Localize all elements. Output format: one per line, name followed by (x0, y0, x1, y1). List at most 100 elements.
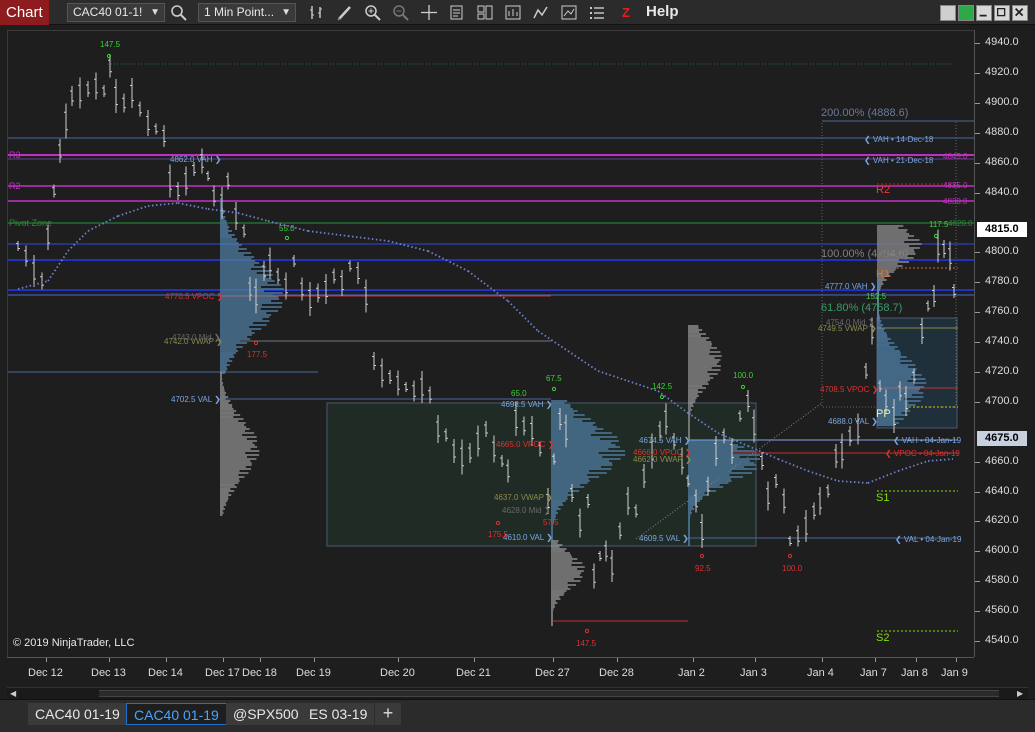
tab-es[interactable]: ES 03-19 (302, 703, 375, 725)
chevron-down-icon: ▼ (150, 7, 160, 18)
properties-icon[interactable] (476, 4, 494, 21)
crosshair-icon[interactable] (420, 4, 438, 21)
price-label: 4620.0 (985, 514, 1019, 527)
swing-label: 100.0 (733, 371, 754, 380)
chart-trader-icon[interactable] (560, 4, 578, 21)
swing-label: 152.5 (866, 292, 887, 301)
pencil-icon[interactable] (336, 4, 354, 21)
chart-title-tab[interactable]: Chart (0, 0, 49, 25)
r1-label: R1 (876, 268, 891, 280)
minimize-tile-icon[interactable] (940, 5, 956, 21)
vah-14dec-label: ❮ VAH • 14-Dec-18 (864, 135, 934, 144)
interval-selector[interactable]: 1 Min Point... ▼ (198, 3, 296, 22)
help-menu[interactable]: Help (646, 3, 679, 20)
swing-label: 67.5 (546, 374, 562, 383)
vah-21dec-label: ❮ VAH • 21-Dec-18 (864, 156, 934, 165)
val-4609-label: 4609.5 VAL ❯ (639, 534, 689, 543)
time-tick (822, 658, 823, 662)
swing-label: 55.0 (279, 224, 295, 233)
time-label: Dec 12 (28, 667, 63, 679)
tab-spx500[interactable]: @SPX500 (226, 703, 306, 725)
time-tick (617, 658, 618, 662)
time-tick (109, 658, 110, 662)
swing-marker (933, 233, 939, 239)
price-label: 4580.0 (985, 574, 1019, 587)
time-label: Dec 19 (296, 667, 331, 679)
time-tick (314, 658, 315, 662)
vwap-segment (507, 300, 539, 332)
horizontal-scrollbar[interactable]: ◀ ▶ (7, 687, 1028, 699)
swing-label: 177.5 (247, 350, 268, 359)
time-label: Dec 20 (380, 667, 415, 679)
scroll-right-icon[interactable]: ▶ (1017, 689, 1023, 698)
time-tick (260, 658, 261, 662)
price-axis[interactable]: 4940.0 4920.0 4900.0 4880.0 4860.0 4840.0 4815… (974, 30, 1029, 657)
price-label: 4700.0 (985, 394, 1019, 407)
search-icon[interactable] (170, 4, 188, 21)
indicators-icon[interactable] (532, 4, 550, 21)
price-chart-panel[interactable]: R3 R2 Pivot Zone R2 R1 PP S1 S2 200.00% … (7, 30, 974, 657)
swing-label: 147.5 (100, 40, 121, 49)
time-tick (693, 658, 694, 662)
strategies-icon[interactable] (504, 4, 522, 21)
vwap-segment (307, 230, 349, 237)
vwap-segment (867, 470, 899, 484)
maximize-icon[interactable] (994, 5, 1010, 21)
fib-200-label: 200.00% (4888.6) (821, 107, 909, 119)
price-label: 4860.0 (985, 155, 1019, 168)
bars-icon[interactable] (308, 4, 326, 21)
tab-cac40-2[interactable]: CAC40 01-19 (126, 703, 227, 725)
time-label: Dec 21 (456, 667, 491, 679)
time-label: Dec 18 (242, 667, 277, 679)
minimize-icon[interactable] (976, 5, 992, 21)
link-green-icon[interactable] (958, 5, 974, 21)
level-4830-label: 4830.0 (943, 197, 968, 206)
swing-marker (787, 553, 793, 559)
vpoc-4708-label: 4708.5 VPOC ❯ (820, 385, 879, 394)
pivot-zone-label: Pivot Zone (9, 218, 53, 228)
scroll-thumb[interactable] (99, 690, 999, 697)
data-box-icon[interactable] (448, 4, 466, 21)
time-axis[interactable]: Dec 12 Dec 13 Dec 14 Dec 17 Dec 18 Dec 19 Dec … (7, 657, 974, 687)
price-tick (975, 102, 980, 104)
time-label: Jan 2 (678, 667, 705, 679)
price-tick (975, 282, 980, 284)
price-chart[interactable] (8, 31, 974, 657)
price-label: 4880.0 (985, 125, 1019, 138)
vwap-segment (147, 202, 179, 207)
tab-cac40-1[interactable]: CAC40 01-19 (28, 703, 127, 725)
swing-marker (699, 553, 705, 559)
time-label: Dec 14 (148, 667, 183, 679)
r3-left-label: R3 (9, 150, 21, 160)
vwap-4637-label: 4637.0 VWAP ❯ (494, 493, 553, 502)
time-tick (223, 658, 224, 662)
scroll-left-icon[interactable]: ◀ (10, 689, 16, 698)
instrument-selector[interactable]: CAC40 01-1! ▼ (67, 3, 165, 22)
swing-marker (740, 384, 746, 390)
list-icon[interactable] (588, 4, 606, 21)
price-label: 4600.0 (985, 544, 1019, 557)
time-tick (398, 658, 399, 662)
price-label: 4940.0 (985, 36, 1019, 48)
copyright-text: © 2019 NinjaTrader, LLC (13, 637, 135, 649)
zoom-out-icon[interactable] (392, 4, 410, 21)
vpoc-4665-label: 4665.0 VPOC ❯ (496, 440, 555, 449)
z-logo-icon: Z (622, 5, 630, 20)
vah-04jan-label: ❮ VAH • 04-Jan-19 (893, 436, 962, 445)
zoom-in-icon[interactable] (364, 4, 382, 21)
close-icon[interactable] (1012, 5, 1028, 21)
val-4610-label: 4610.0 VAL ❯ (503, 533, 553, 542)
vwap-segment (117, 205, 149, 217)
add-tab-button[interactable]: + (375, 703, 401, 725)
vwap-segment (777, 458, 809, 472)
swing-marker (659, 394, 665, 400)
price-label: 4900.0 (985, 95, 1019, 108)
time-label: Jan 8 (901, 667, 928, 679)
price-tick (975, 371, 980, 373)
price-tick (975, 252, 980, 254)
s2-label: S2 (876, 632, 890, 644)
vwap-4662-label: 4662.0 VWAP ❯ (633, 455, 692, 464)
s1-label: S1 (876, 492, 890, 504)
fib-100-label: 100.00% (4794.6) (821, 248, 909, 260)
instrument-tab-bar: CAC40 01-19 CAC40 01-19 @SPX500 ES 03-19… (0, 699, 1035, 732)
